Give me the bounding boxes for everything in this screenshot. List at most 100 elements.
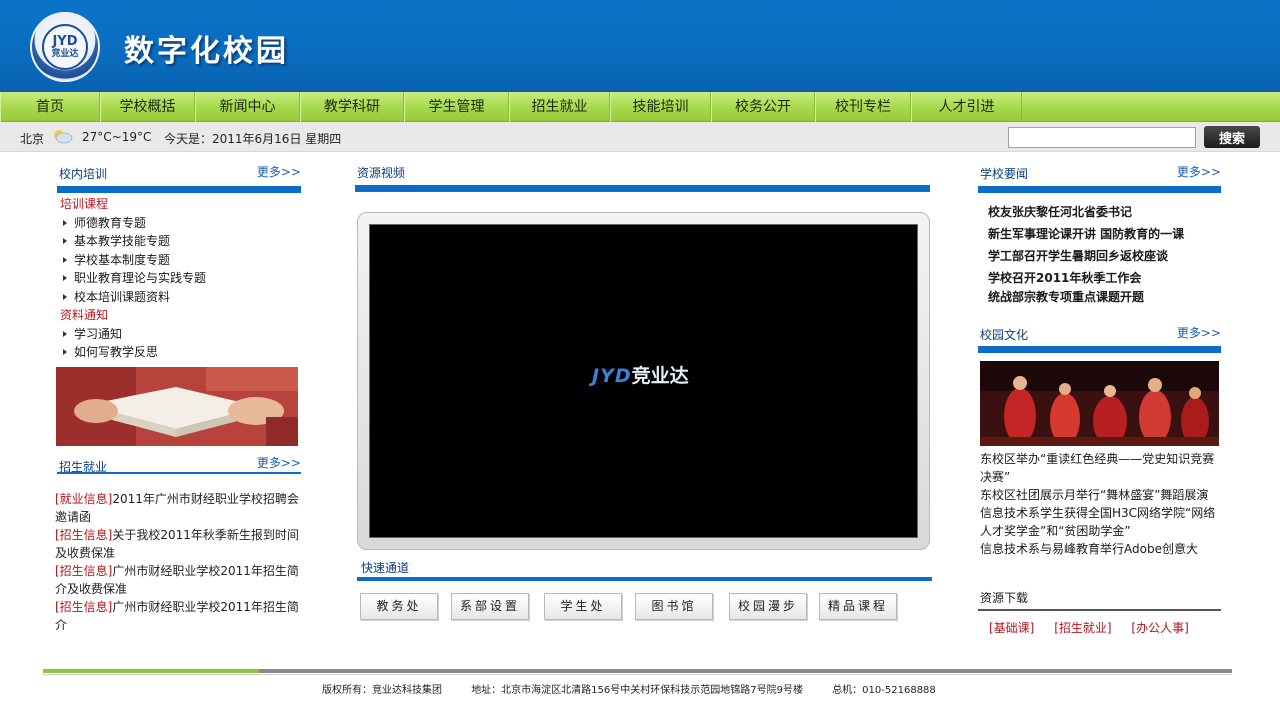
nav-item-home[interactable]: 首页 [0,92,100,122]
list-item[interactable]: 学校召开2011年秋季工作会 [988,269,1228,288]
list-item[interactable]: 学工部召开学生暑期回乡返校座谈 [988,247,1228,269]
quick-button-academic-affairs[interactable]: 教务处 [360,593,438,620]
jobs-list: [就业信息]2011年广州市财经职业学校招聘会邀请函 [招生信息]关于我校201… [55,490,300,634]
jobs-section-header: 招生就业 更多>> [57,454,301,474]
training-more-link[interactable]: 更多>> [257,163,301,180]
list-item[interactable]: [招生信息]广州市财经职业学校2011年招生简介及收费保准 [55,562,300,598]
list-item[interactable]: 校友张庆黎任河北省委书记 [988,203,1228,225]
nav-item-school-affairs[interactable]: 校务公开 [711,92,815,122]
quick-access-header: 快速通道 [357,557,932,581]
list-item[interactable]: 信息技术系学生获得全国H3C网络学院“网络人才奖学金”和“贫困助学金” [980,504,1220,540]
list-item[interactable]: 师德教育专题 [60,214,300,233]
downloads-section-header: 资源下载 [978,589,1221,611]
section-divider [357,577,932,581]
dance-photo-illustration [980,361,1219,446]
site-footer: 版权所有：竞业达科技集团 地址：北京市海淀区北清路156号中关村环保科技示范园地… [322,681,962,696]
news-section-header: 学校要闻 更多>> [978,163,1221,193]
nav-item-teaching-research[interactable]: 教学科研 [300,92,404,122]
list-item[interactable]: 统战部宗教专项重点课题开题 [988,288,1228,310]
training-section-header: 校内培训 更多>> [57,163,301,193]
list-item[interactable]: [就业信息]2011年广州市财经职业学校招聘会邀请函 [55,490,300,526]
nav-item-news-center[interactable]: 新闻中心 [195,92,300,122]
video-screen[interactable]: JYD竞业达 [369,224,918,538]
nav-item-talent-recruitment[interactable]: 人才引进 [911,92,1022,122]
culture-section-title: 校园文化 [980,328,1029,342]
downloads-links: [基础课] [招生就业] [办公人事] [989,619,1219,636]
info-bar: 北京 27°C~19°C 今天是：2011年6月16日 星期四 搜索 [0,122,1280,152]
partly-cloudy-icon [54,130,73,144]
list-item[interactable]: 学习通知 [60,325,300,344]
section-divider [57,472,301,474]
quick-button-campus-tour[interactable]: 校园漫步 [729,593,807,620]
section-divider [978,186,1221,193]
quick-button-student-office[interactable]: 学生处 [544,593,622,620]
search-button[interactable]: 搜索 [1204,126,1260,148]
footer-phone: 总机：010-52168888 [832,685,936,696]
footer-divider-accent [43,669,259,673]
logo-text-cn: 竞业达 [51,48,79,59]
job-tag: [招生信息] [55,564,113,578]
video-brand-logo: JYD竞业达 [592,361,689,388]
main-nav: 首页 学校概括 新闻中心 教学科研 学生管理 招生就业 技能培训 校务公开 校刊… [0,92,1280,122]
nav-item-school-journal[interactable]: 校刊专栏 [815,92,911,122]
list-item[interactable]: 职业教育理论与实践专题 [60,269,300,288]
training-category-notices[interactable]: 资料通知 [60,306,300,325]
downloads-section-title: 资源下载 [980,591,1029,605]
list-item[interactable]: 学校基本制度专题 [60,251,300,270]
list-item[interactable]: 信息技术系与易峰教育举行Adobe创意大 [980,540,1220,558]
list-item[interactable]: 东校区社团展示月举行“舞林盛宴”舞蹈展演 [980,486,1220,504]
quick-button-quality-courses[interactable]: 精品课程 [819,593,897,620]
footer-divider-thin [43,674,1232,675]
section-divider [57,186,301,193]
footer-copyright: 版权所有：竞业达科技集团 [322,685,442,696]
quick-access-buttons: 教务处 系部设置 学生处 图书馆 校园漫步 精品课程 [360,593,930,621]
site-header: JYD 竞业达 数字化校园 [0,0,1280,92]
video-logo-cn: 竞业达 [631,365,689,387]
culture-more-link[interactable]: 更多>> [1177,324,1221,341]
list-item[interactable]: [招生信息]广州市财经职业学校2011年招生简介 [55,598,300,634]
list-item[interactable]: 新生军事理论课开讲 国防教育的一课 [988,225,1228,247]
site-title: 数字化校园 [124,34,289,69]
quick-button-library[interactable]: 图书馆 [635,593,713,620]
list-item[interactable]: 基本教学技能专题 [60,232,300,251]
news-more-link[interactable]: 更多>> [1177,163,1221,180]
video-player[interactable]: JYD竞业达 [357,212,930,550]
nav-item-student-management[interactable]: 学生管理 [404,92,509,122]
job-tag: [就业信息] [55,492,113,506]
nav-item-admissions-employment[interactable]: 招生就业 [509,92,610,122]
download-link-office-hr[interactable]: [办公人事] [1131,621,1188,635]
current-date: 今天是：2011年6月16日 星期四 [164,132,342,146]
reading-photo-illustration [56,367,298,446]
nav-item-school-overview[interactable]: 学校概括 [100,92,195,122]
download-link-admissions[interactable]: [招生就业] [1054,621,1111,635]
footer-divider [259,669,1232,673]
quick-button-departments[interactable]: 系部设置 [451,593,529,620]
jobs-more-link[interactable]: 更多>> [257,454,301,471]
culture-section-header: 校园文化 更多>> [978,324,1221,353]
school-logo[interactable]: JYD 竞业达 [30,12,100,82]
list-item[interactable]: 如何写教学反思 [60,343,300,362]
training-category-courses[interactable]: 培训课程 [60,195,300,214]
section-divider [978,346,1221,353]
weather-city: 北京 [20,132,45,146]
dance-photo[interactable] [980,361,1219,446]
reading-photo[interactable] [56,367,298,446]
school-logo-emblem: JYD 竞业达 [42,24,88,70]
news-list: 校友张庆黎任河北省委书记 新生军事理论课开讲 国防教育的一课 学工部召开学生暑期… [988,203,1228,310]
video-section-header: 资源视频 [355,162,930,192]
list-item[interactable]: [招生信息]关于我校2011年秋季新生报到时间及收费保准 [55,526,300,562]
training-list: 培训课程 师德教育专题 基本教学技能专题 学校基本制度专题 职业教育理论与实践专… [60,195,300,362]
section-divider [978,609,1221,611]
video-logo-en: JYD [592,365,632,387]
footer-address: 地址：北京市海淀区北清路156号中关村环保科技示范园地锦路7号院9号楼 [471,685,803,696]
logo-text-en: JYD [52,33,78,49]
list-item[interactable]: 校本培训课题资料 [60,288,300,307]
list-item[interactable]: 东校区举办“重读红色经典——党史知识竞赛决赛” [980,450,1220,486]
job-tag: [招生信息] [55,600,113,614]
nav-item-skills-training[interactable]: 技能培训 [610,92,711,122]
video-section-title: 资源视频 [357,166,406,180]
search-input[interactable] [1008,127,1196,148]
quick-access-title: 快速通道 [361,561,410,575]
news-section-title: 学校要闻 [980,167,1029,181]
download-link-basic-courses[interactable]: [基础课] [989,621,1034,635]
